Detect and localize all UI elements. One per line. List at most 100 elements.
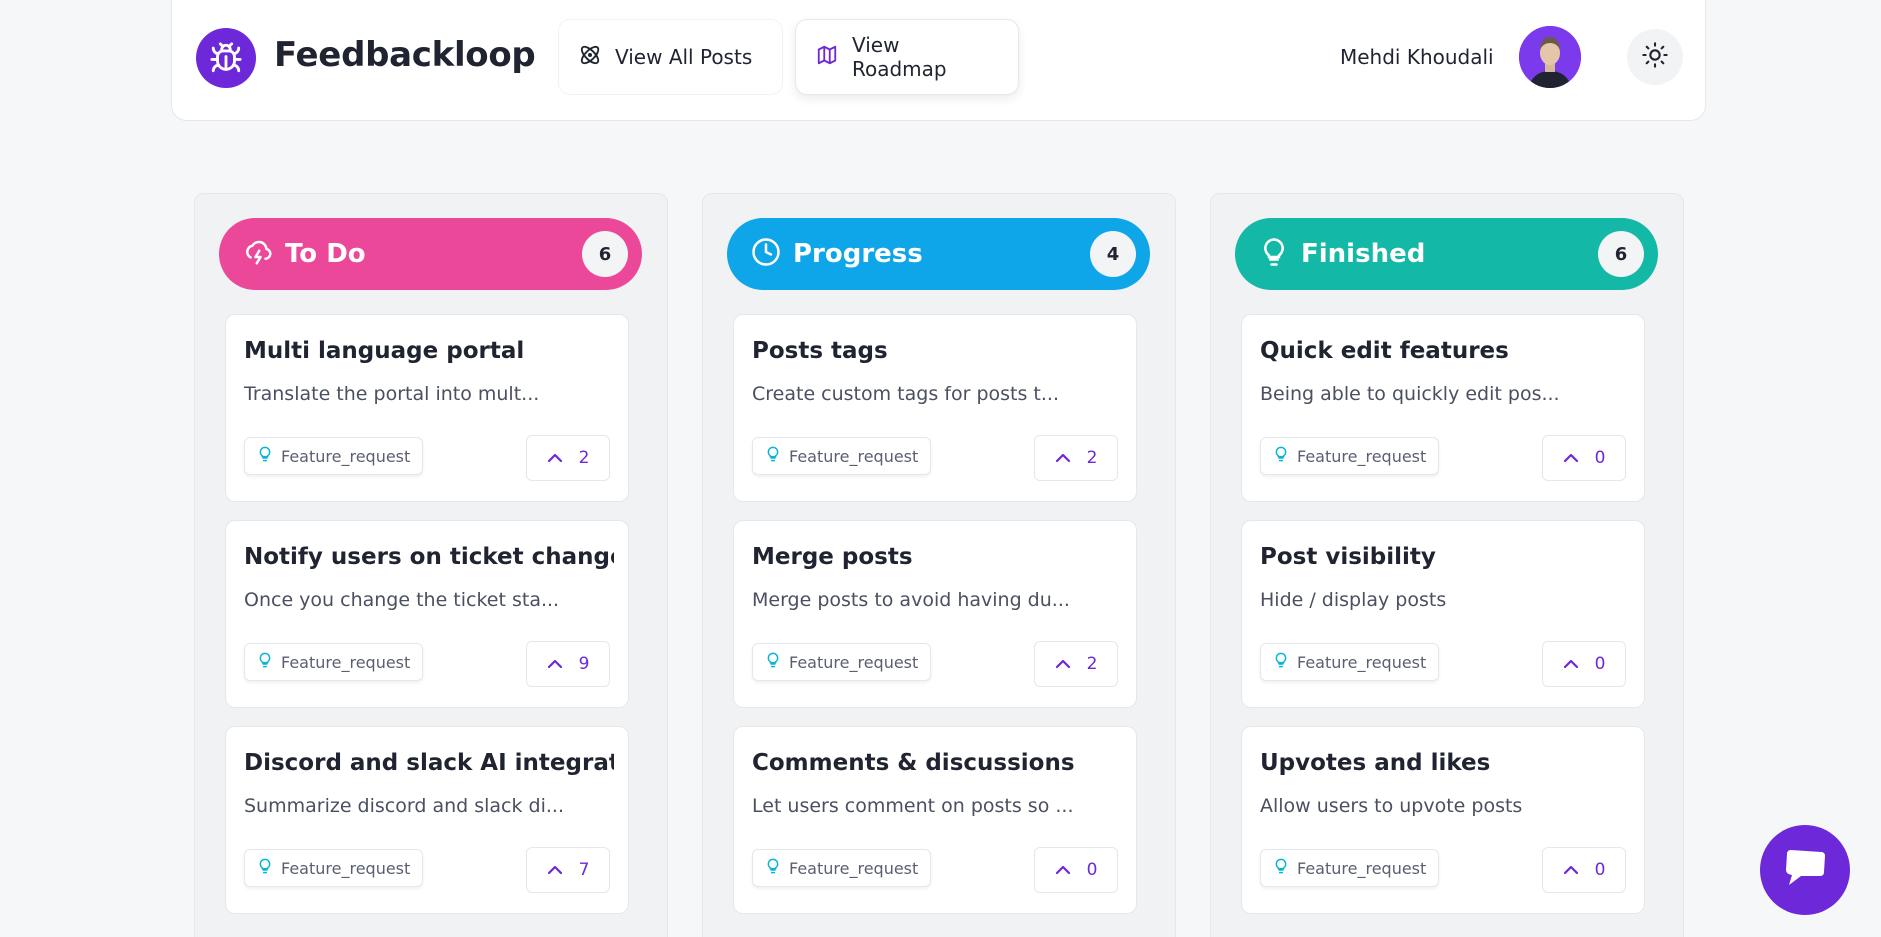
post-tag-label: Feature_request — [1297, 858, 1427, 878]
post-title: Merge posts — [752, 544, 913, 570]
view-all-posts-button[interactable]: View All Posts — [558, 19, 783, 95]
chevron-up-icon — [1055, 654, 1071, 674]
upvote-count: 9 — [578, 654, 590, 674]
post-tag[interactable]: Feature_request — [244, 849, 424, 887]
post-card[interactable]: Comments & discussions Let users comment… — [733, 726, 1137, 914]
upvote-count: 2 — [578, 448, 590, 468]
column-progress: Progress 4 Posts tags Create custom tags… — [702, 193, 1176, 937]
post-tag-label: Feature_request — [789, 652, 919, 672]
upvote-count: 2 — [1086, 654, 1098, 674]
clock-icon — [751, 237, 781, 271]
view-roadmap-label: View Roadmap — [852, 33, 947, 81]
post-description: Translate the portal into mult... — [244, 383, 540, 405]
post-card[interactable]: Notify users on ticket change ... Once y… — [225, 520, 629, 708]
post-tag-label: Feature_request — [281, 652, 411, 672]
column-count-badge: 6 — [582, 231, 628, 277]
view-all-posts-label: View All Posts — [615, 45, 753, 69]
upvote-count: 0 — [1594, 860, 1606, 880]
post-card[interactable]: Multi language portal Translate the port… — [225, 314, 629, 502]
user-name: Mehdi Khoudali — [1340, 45, 1494, 69]
post-title: Notify users on ticket change ... — [244, 544, 614, 570]
post-description: Let users comment on posts so ... — [752, 795, 1074, 817]
upvote-button[interactable]: 0 — [1034, 847, 1118, 893]
cloud-lightning-icon — [243, 237, 273, 271]
map-icon — [816, 44, 838, 71]
upvote-count: 0 — [1594, 654, 1606, 674]
upvote-button[interactable]: 2 — [1034, 435, 1118, 481]
post-title: Quick edit features — [1260, 338, 1509, 364]
post-tag[interactable]: Feature_request — [1260, 643, 1440, 681]
chevron-up-icon — [1563, 448, 1579, 468]
chevron-up-icon — [1055, 860, 1071, 880]
column-finished: Finished 6 Quick edit features Being abl… — [1210, 193, 1684, 937]
lightbulb-icon — [1259, 237, 1289, 271]
post-title: Post visibility — [1260, 544, 1436, 570]
upvote-count: 0 — [1594, 448, 1606, 468]
post-tag-label: Feature_request — [281, 858, 411, 878]
upvote-count: 0 — [1086, 860, 1098, 880]
column-title: Finished — [1301, 239, 1426, 269]
post-description: Allow users to upvote posts — [1260, 795, 1523, 817]
post-tag-label: Feature_request — [281, 446, 411, 466]
post-title: Discord and slack AI integrati... — [244, 750, 614, 776]
column-todo: To Do 6 Multi language portal Translate … — [194, 193, 668, 937]
post-card[interactable]: Merge posts Merge posts to avoid having … — [733, 520, 1137, 708]
post-title: Multi language portal — [244, 338, 525, 364]
upvote-button[interactable]: 0 — [1542, 641, 1626, 687]
post-tag[interactable]: Feature_request — [752, 437, 932, 475]
upvote-button[interactable]: 0 — [1542, 847, 1626, 893]
post-title: Comments & discussions — [752, 750, 1075, 776]
post-tag[interactable]: Feature_request — [244, 437, 424, 475]
post-tag[interactable]: Feature_request — [1260, 849, 1440, 887]
bug-logo-icon[interactable] — [196, 28, 256, 88]
post-tag-label: Feature_request — [1297, 652, 1427, 672]
post-description: Merge posts to avoid having du... — [752, 589, 1070, 611]
chevron-up-icon — [547, 448, 563, 468]
post-description: Being able to quickly edit pos... — [1260, 383, 1560, 405]
top-navbar: Feedbackloop View All Posts View Roadmap… — [171, 0, 1706, 121]
chat-widget-button[interactable] — [1760, 825, 1850, 915]
post-description: Once you change the ticket sta... — [244, 589, 560, 611]
upvote-button[interactable]: 2 — [526, 435, 610, 481]
lightbulb-icon — [257, 857, 273, 879]
avatar[interactable] — [1519, 26, 1581, 88]
column-title: Progress — [793, 239, 923, 269]
post-tag[interactable]: Feature_request — [752, 849, 932, 887]
post-card[interactable]: Post visibility Hide / display posts Fea… — [1241, 520, 1645, 708]
post-tag[interactable]: Feature_request — [752, 643, 932, 681]
theme-toggle-button[interactable] — [1627, 29, 1683, 85]
column-header-finished: Finished 6 — [1235, 218, 1658, 290]
post-description: Summarize discord and slack di... — [244, 795, 564, 817]
post-card[interactable]: Quick edit features Being able to quickl… — [1241, 314, 1645, 502]
upvote-count: 2 — [1086, 448, 1098, 468]
column-header-progress: Progress 4 — [727, 218, 1150, 290]
chevron-up-icon — [547, 860, 563, 880]
chevron-up-icon — [1055, 448, 1071, 468]
lightbulb-icon — [1273, 857, 1289, 879]
column-title: To Do — [285, 239, 366, 269]
post-description: Create custom tags for posts t... — [752, 383, 1059, 405]
post-title: Posts tags — [752, 338, 888, 364]
upvote-button[interactable]: 2 — [1034, 641, 1118, 687]
post-tag[interactable]: Feature_request — [244, 643, 424, 681]
sun-icon — [1641, 41, 1669, 73]
upvote-button[interactable]: 0 — [1542, 435, 1626, 481]
chevron-up-icon — [1563, 860, 1579, 880]
lightbulb-icon — [257, 445, 273, 467]
upvote-button[interactable]: 9 — [526, 641, 610, 687]
brand-name[interactable]: Feedbackloop — [274, 35, 536, 75]
post-description: Hide / display posts — [1260, 589, 1447, 611]
post-tag-label: Feature_request — [1297, 446, 1427, 466]
atom-icon — [579, 44, 601, 71]
view-roadmap-button[interactable]: View Roadmap — [795, 19, 1019, 95]
lightbulb-icon — [765, 651, 781, 673]
post-tag-label: Feature_request — [789, 446, 919, 466]
post-card[interactable]: Upvotes and likes Allow users to upvote … — [1241, 726, 1645, 914]
post-title: Upvotes and likes — [1260, 750, 1491, 776]
chevron-up-icon — [1563, 654, 1579, 674]
upvote-button[interactable]: 7 — [526, 847, 610, 893]
post-card[interactable]: Discord and slack AI integrati... Summar… — [225, 726, 629, 914]
post-card[interactable]: Posts tags Create custom tags for posts … — [733, 314, 1137, 502]
post-tag[interactable]: Feature_request — [1260, 437, 1440, 475]
lightbulb-icon — [1273, 651, 1289, 673]
